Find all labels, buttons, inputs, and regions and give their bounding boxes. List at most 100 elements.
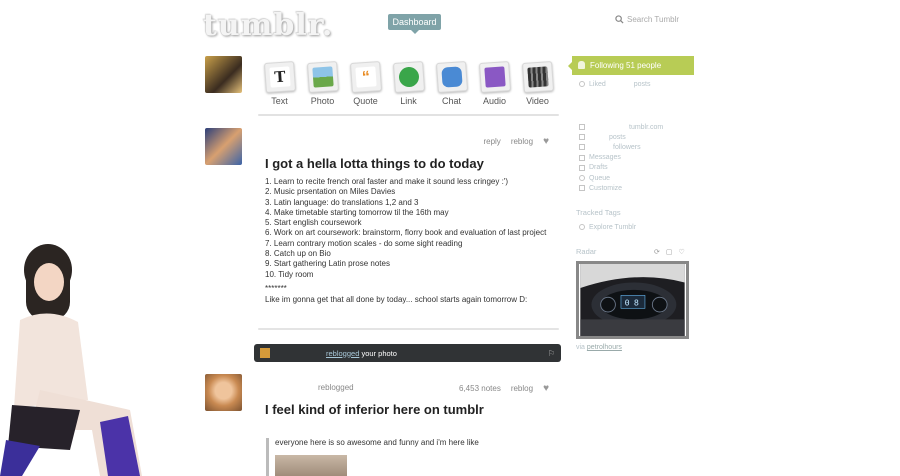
new-video-post-button[interactable]: Video — [516, 60, 559, 116]
list-item: 1. Learn to recite french oral faster an… — [265, 177, 508, 186]
sidebar-liked[interactable]: Liked posts — [579, 79, 650, 89]
video-icon — [521, 60, 554, 94]
sidebar-item-posts[interactable]: posts — [579, 132, 663, 142]
posts-label: posts — [609, 133, 626, 141]
post-body: 1. Learn to recite french oral faster an… — [258, 177, 552, 306]
drafts-label: Drafts — [589, 164, 608, 172]
post-footer-text: Like im gonna get that all done by today… — [265, 295, 528, 305]
like-heart-icon[interactable]: ♥ — [543, 383, 549, 394]
background-girl-image — [0, 244, 142, 476]
following-button[interactable]: Following 51 people — [568, 56, 694, 75]
reblogged-label: reblogged — [318, 383, 354, 392]
like-heart-icon[interactable]: ♥ — [543, 136, 549, 147]
svg-text:0: 0 — [625, 298, 630, 308]
followers-icon — [579, 144, 585, 151]
chat-icon — [435, 60, 468, 94]
sidebar-item-blog[interactable]: tumblr.com — [579, 122, 663, 132]
customize-label: Customize — [589, 184, 623, 192]
new-quote-post-button[interactable]: “ Quote — [344, 60, 387, 116]
reblog-icon[interactable]: ⟳ — [654, 248, 660, 256]
post-type-label: Quote — [353, 96, 378, 106]
sidebar-item-explore[interactable]: Explore Tumblr — [579, 222, 636, 232]
new-photo-post-button[interactable]: Photo — [301, 60, 344, 116]
list-item: 8. Catch up on Bio — [265, 249, 331, 259]
reblog-link[interactable]: reblog — [511, 137, 533, 146]
liked-label: Liked — [589, 80, 606, 88]
fullscreen-icon[interactable]: ▢ — [666, 248, 673, 256]
post-type-label: Text — [271, 96, 288, 106]
reblog-notification[interactable]: reblogged your photo ⚐ — [254, 344, 561, 362]
radar-source-link[interactable]: petrolhours — [587, 344, 622, 351]
new-audio-post-button[interactable]: Audio — [473, 60, 516, 116]
quote-text: everyone here is so awesome and funny an… — [275, 438, 479, 447]
post-image[interactable] — [275, 455, 347, 476]
list-item: 9. Start gathering Latin prose notes — [265, 259, 390, 269]
post-type-label: Audio — [482, 96, 507, 106]
flag-icon[interactable]: ⚐ — [548, 349, 555, 358]
post-author-avatar[interactable] — [205, 374, 242, 411]
queue-label: Queue — [589, 174, 611, 182]
post-type-label: Chat — [441, 96, 461, 106]
list-item: 4. Make timetable starting tomorrow til … — [265, 207, 449, 217]
list-item: 6. Work on art coursework: brainstorm, f… — [265, 228, 547, 238]
radar-heading: Radar — [576, 247, 597, 256]
link-icon — [392, 60, 425, 94]
reblog-link[interactable]: reblog — [511, 384, 533, 393]
search-input[interactable]: Search Tumblr — [627, 15, 679, 24]
customize-icon — [579, 185, 585, 192]
post-quote: everyone here is so awesome and funny an… — [266, 438, 479, 476]
list-item: 10. Tidy room — [265, 269, 314, 279]
new-chat-post-button[interactable]: Chat — [430, 60, 473, 116]
sidebar-item-messages[interactable]: Messages — [579, 153, 663, 163]
post-actions: reply reblog ♥ — [483, 136, 549, 147]
post-title: I feel kind of inferior here on tumblr — [265, 402, 484, 417]
dashboard-button[interactable]: Dashboard — [388, 14, 441, 34]
list-item: 3. Latin language: do translations 1,2 a… — [265, 197, 419, 207]
drafts-icon — [579, 164, 585, 171]
person-icon — [578, 61, 585, 69]
your-photo-link[interactable]: your photo — [361, 349, 396, 358]
blog-icon — [579, 124, 585, 131]
reply-link[interactable]: reply — [483, 137, 500, 146]
sidebar-item-drafts[interactable]: Drafts — [579, 163, 663, 173]
sidebar-item-followers[interactable]: followers — [579, 142, 663, 152]
explore-label: Explore Tumblr — [589, 223, 637, 231]
list-item: 5. Start english coursework — [265, 218, 362, 228]
envelope-icon — [579, 154, 585, 161]
notes-count[interactable]: 6,453 notes — [459, 384, 501, 393]
post-type-label: Video — [526, 96, 549, 106]
heart-outline-icon — [579, 81, 585, 88]
via-label: via — [576, 344, 585, 351]
reblogged-link[interactable]: reblogged — [326, 349, 359, 358]
text-icon: T — [263, 60, 296, 94]
search-box[interactable]: Search Tumblr — [615, 15, 679, 24]
sidebar-blog-menu: tumblr.com posts followers Messages Draf… — [579, 122, 663, 193]
car-dashboard-photo: 0 8 — [580, 264, 685, 336]
list-item: 2. Music prsentation on Miles Davies — [265, 187, 396, 197]
post-author-avatar[interactable] — [205, 128, 242, 165]
post-type-label: Link — [400, 96, 417, 106]
like-heart-icon[interactable]: ♡ — [679, 248, 685, 256]
queue-icon — [579, 175, 585, 182]
sidebar-item-customize[interactable]: Customize — [579, 183, 663, 193]
search-icon — [615, 15, 624, 24]
post-actions: 6,453 notes reblog ♥ — [459, 383, 549, 394]
separator-text: ******* — [265, 283, 287, 293]
radar-image[interactable]: 0 8 — [576, 261, 689, 339]
post-type-bar: T Text Photo “ Quote Link Chat Audio Vid… — [258, 60, 559, 116]
notification-thumbnail — [260, 348, 270, 358]
notification-text: reblogged your photo — [326, 349, 397, 358]
liked-posts-label: posts — [633, 80, 651, 88]
tumblr-logo[interactable]: tumblr. — [203, 8, 333, 43]
radar-actions: ⟳ ▢ ♡ — [654, 248, 685, 256]
following-label: Following 51 people — [590, 61, 662, 70]
quote-icon: “ — [349, 60, 382, 94]
posts-icon — [579, 134, 585, 141]
new-text-post-button[interactable]: T Text — [258, 60, 301, 116]
sidebar-item-queue[interactable]: Queue — [579, 173, 663, 183]
post-title: I got a hella lotta things to do today — [265, 156, 484, 171]
messages-label: Messages — [589, 154, 621, 162]
user-avatar[interactable] — [205, 56, 242, 93]
list-item: 7. Learn contrary motion scales - do som… — [265, 238, 463, 248]
new-link-post-button[interactable]: Link — [387, 60, 430, 116]
